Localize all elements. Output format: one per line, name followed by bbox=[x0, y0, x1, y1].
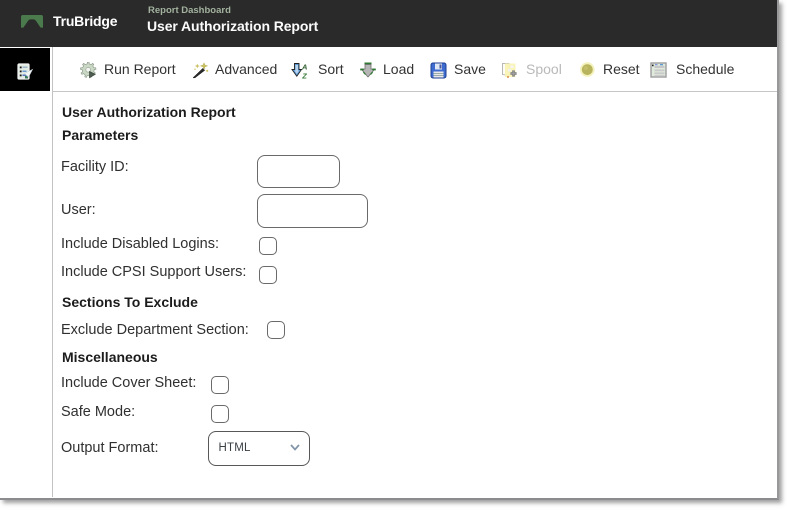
svg-text:A: A bbox=[301, 62, 307, 71]
svg-text:Z: Z bbox=[301, 71, 307, 79]
